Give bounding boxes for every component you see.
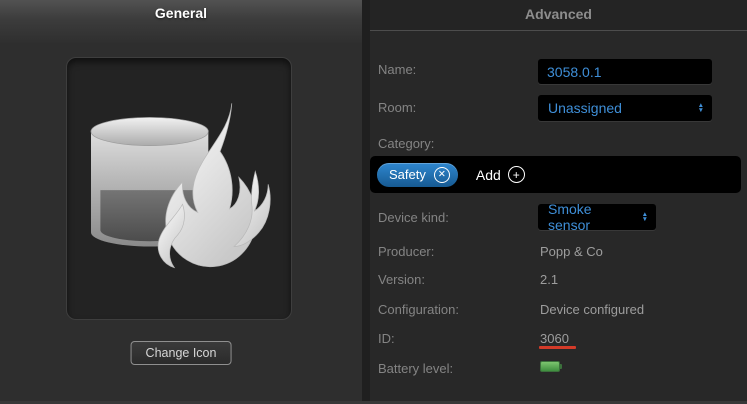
name-label: Name: xyxy=(378,62,417,77)
name-input[interactable] xyxy=(538,59,712,84)
tab-general[interactable]: General xyxy=(0,0,362,43)
id-value: 3060 xyxy=(540,331,569,346)
configuration-label: Configuration: xyxy=(378,302,459,317)
device-kind-select-value: Smoke sensor xyxy=(548,201,592,233)
add-icon: + xyxy=(507,166,525,183)
room-label: Room: xyxy=(378,100,417,115)
change-icon-button[interactable]: Change Icon xyxy=(130,341,232,365)
device-settings-window: General Change Icon Advanced Name: 3058.… xyxy=(0,0,747,404)
smoke-detector-flame-icon xyxy=(90,102,271,268)
battery-full-icon xyxy=(540,361,562,372)
tab-advanced[interactable]: Advanced xyxy=(370,0,747,31)
stepper-icon: ▲ ▼ xyxy=(697,101,704,114)
add-category-button[interactable]: Add + xyxy=(476,166,525,183)
add-category-label: Add xyxy=(475,166,501,183)
producer-value: Popp & Co xyxy=(540,244,603,259)
category-label: Category: xyxy=(378,136,435,151)
id-label: ID: xyxy=(378,331,395,346)
device-icon-box xyxy=(66,57,292,320)
battery-level-label: Battery level: xyxy=(378,361,454,376)
configuration-value: Device configured xyxy=(540,302,645,317)
general-panel: General Change Icon xyxy=(0,0,362,404)
advanced-panel: Advanced Name: Room: Unassigned ▲▼ Categ… xyxy=(370,0,747,404)
tag-safety-label: Safety xyxy=(389,167,426,182)
room-select-value: Unassigned xyxy=(548,100,622,116)
device-kind-label: Device kind: xyxy=(378,210,449,225)
device-kind-select[interactable]: Smoke sensor ▲ ▼ xyxy=(538,201,656,233)
room-select[interactable]: Unassigned ▲ ▼ xyxy=(538,95,712,121)
version-value: 2.1 xyxy=(540,272,559,287)
remove-tag-icon[interactable]: ✕ xyxy=(433,166,450,183)
stepper-icon: ▲ ▼ xyxy=(641,210,648,223)
category-tag-bar: Safety ✕ Add + xyxy=(370,156,741,193)
version-label: Version: xyxy=(378,272,425,287)
tag-safety[interactable]: Safety ✕ xyxy=(377,162,458,187)
producer-label: Producer: xyxy=(378,244,435,259)
id-red-underline-annotation xyxy=(539,346,576,349)
